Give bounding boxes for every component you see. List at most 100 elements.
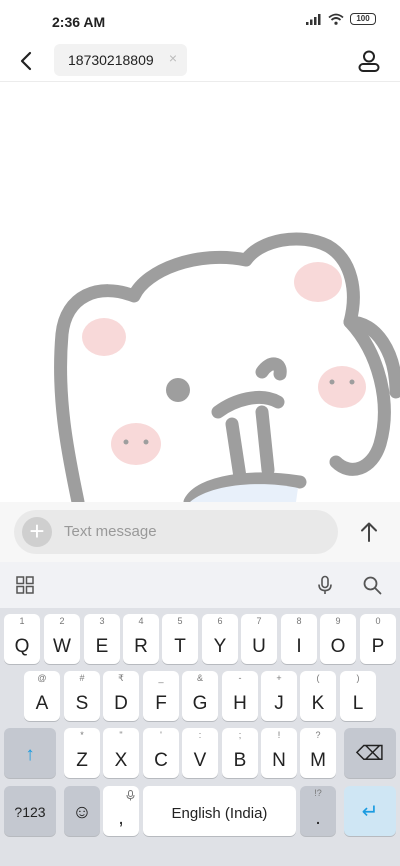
emoji-key[interactable]: ☺	[64, 786, 100, 836]
period-key[interactable]: !? .	[300, 786, 336, 836]
message-input[interactable]: + Text message	[14, 510, 338, 554]
key-label: X	[114, 750, 128, 771]
key-hint: -	[238, 673, 242, 683]
key-label: M	[310, 750, 326, 771]
status-bar: 2:36 AM 100	[0, 0, 400, 44]
key-q[interactable]: 1 Q	[4, 614, 40, 664]
key-label: E	[95, 636, 109, 657]
key-hint: 3	[99, 616, 105, 626]
microphone-icon[interactable]	[315, 575, 335, 595]
key-m[interactable]: ? M	[300, 728, 336, 778]
keyboard: 1 Q 2 W 3 E 4 R 5 T 6 Y 7 U 8 I 9 O 0 P …	[0, 608, 400, 866]
key-label: I	[296, 636, 302, 657]
key-e[interactable]: 3 E	[84, 614, 120, 664]
enter-icon: ↵	[361, 801, 379, 823]
backspace-icon: ⌫	[355, 743, 385, 765]
key-w[interactable]: 2 W	[44, 614, 80, 664]
key-d[interactable]: ₹ D	[103, 671, 139, 721]
message-placeholder: Text message	[64, 523, 157, 540]
key-hint: #	[79, 673, 85, 683]
key-label: G	[192, 693, 208, 714]
key-label: N	[272, 750, 286, 771]
status-icons: 100	[306, 13, 376, 25]
wifi-icon	[328, 13, 344, 25]
key-j[interactable]: + J	[261, 671, 297, 721]
key-g[interactable]: & G	[182, 671, 218, 721]
key-hint: "	[119, 730, 123, 740]
person-icon[interactable]	[356, 48, 382, 74]
status-time: 2:36 AM	[52, 14, 106, 30]
recipient-chip[interactable]: 18730218809 ×	[54, 44, 187, 76]
key-b[interactable]: ; B	[222, 728, 258, 778]
search-icon[interactable]	[362, 575, 382, 595]
key-y[interactable]: 6 Y	[202, 614, 238, 664]
key-hint: ?	[315, 730, 321, 740]
key-hint: 8	[296, 616, 302, 626]
key-hint: 0	[375, 616, 381, 626]
enter-key[interactable]: ↵	[344, 786, 396, 836]
key-hint: ;	[238, 730, 242, 740]
key-label: U	[252, 636, 266, 657]
recipient-number: 18730218809	[68, 52, 154, 68]
space-key[interactable]: English (India)	[143, 786, 296, 836]
key-l[interactable]: ) L	[340, 671, 376, 721]
key-label: Y	[213, 636, 227, 657]
key-label: D	[114, 693, 128, 714]
key-label: H	[233, 693, 247, 714]
signal-icon	[306, 14, 321, 25]
space-label: English (India)	[171, 805, 268, 822]
back-arrow-icon[interactable]	[14, 48, 40, 74]
key-label: B	[233, 750, 247, 771]
add-attachment-button[interactable]: +	[22, 517, 52, 547]
key-k[interactable]: ( K	[300, 671, 336, 721]
key-n[interactable]: ! N	[261, 728, 297, 778]
key-hint: 2	[59, 616, 65, 626]
key-hint: :	[198, 730, 202, 740]
battery-icon: 100	[350, 13, 376, 25]
key-z[interactable]: * Z	[64, 728, 100, 778]
key-h[interactable]: - H	[222, 671, 258, 721]
period-label: .	[315, 808, 321, 829]
comma-key[interactable]: ,	[103, 786, 139, 836]
key-c[interactable]: ' C	[143, 728, 179, 778]
microphone-icon	[126, 790, 135, 801]
key-p[interactable]: 0 P	[360, 614, 396, 664]
key-hint: 9	[335, 616, 341, 626]
key-v[interactable]: : V	[182, 728, 218, 778]
key-f[interactable]: _ F	[143, 671, 179, 721]
conversation-area	[0, 82, 400, 502]
shift-icon: ↑	[25, 744, 35, 765]
key-t[interactable]: 5 T	[162, 614, 198, 664]
backspace-key[interactable]: ⌫	[344, 728, 396, 778]
send-arrow-icon[interactable]	[356, 519, 382, 545]
key-s[interactable]: # S	[64, 671, 100, 721]
key-hint: +	[276, 673, 282, 683]
grid-icon[interactable]	[15, 575, 35, 595]
key-r[interactable]: 4 R	[123, 614, 159, 664]
key-hint: ₹	[118, 673, 124, 683]
key-hint: 5	[177, 616, 183, 626]
key-label: Q	[14, 636, 30, 657]
key-label: A	[35, 693, 49, 714]
key-a[interactable]: @ A	[24, 671, 60, 721]
key-hint: 7	[256, 616, 262, 626]
key-u[interactable]: 7 U	[241, 614, 277, 664]
comma-label: ,	[118, 808, 124, 829]
key-hint: 4	[138, 616, 144, 626]
key-hint: @	[37, 673, 47, 683]
key-hint: !	[277, 730, 281, 740]
key-o[interactable]: 9 O	[320, 614, 356, 664]
symbols-key[interactable]: ?123	[4, 786, 56, 836]
key-label: P	[371, 636, 385, 657]
shift-key[interactable]: ↑	[4, 728, 56, 778]
bear-wallpaper-image	[54, 232, 400, 502]
emoji-icon: ☺	[72, 802, 92, 823]
key-i[interactable]: 8 I	[281, 614, 317, 664]
key-label: O	[330, 636, 346, 657]
key-label: J	[274, 693, 284, 714]
remove-recipient-icon[interactable]: ×	[169, 50, 177, 66]
key-label: L	[352, 693, 364, 714]
key-hint: !?	[314, 788, 322, 798]
key-x[interactable]: " X	[103, 728, 139, 778]
key-label: T	[174, 636, 186, 657]
